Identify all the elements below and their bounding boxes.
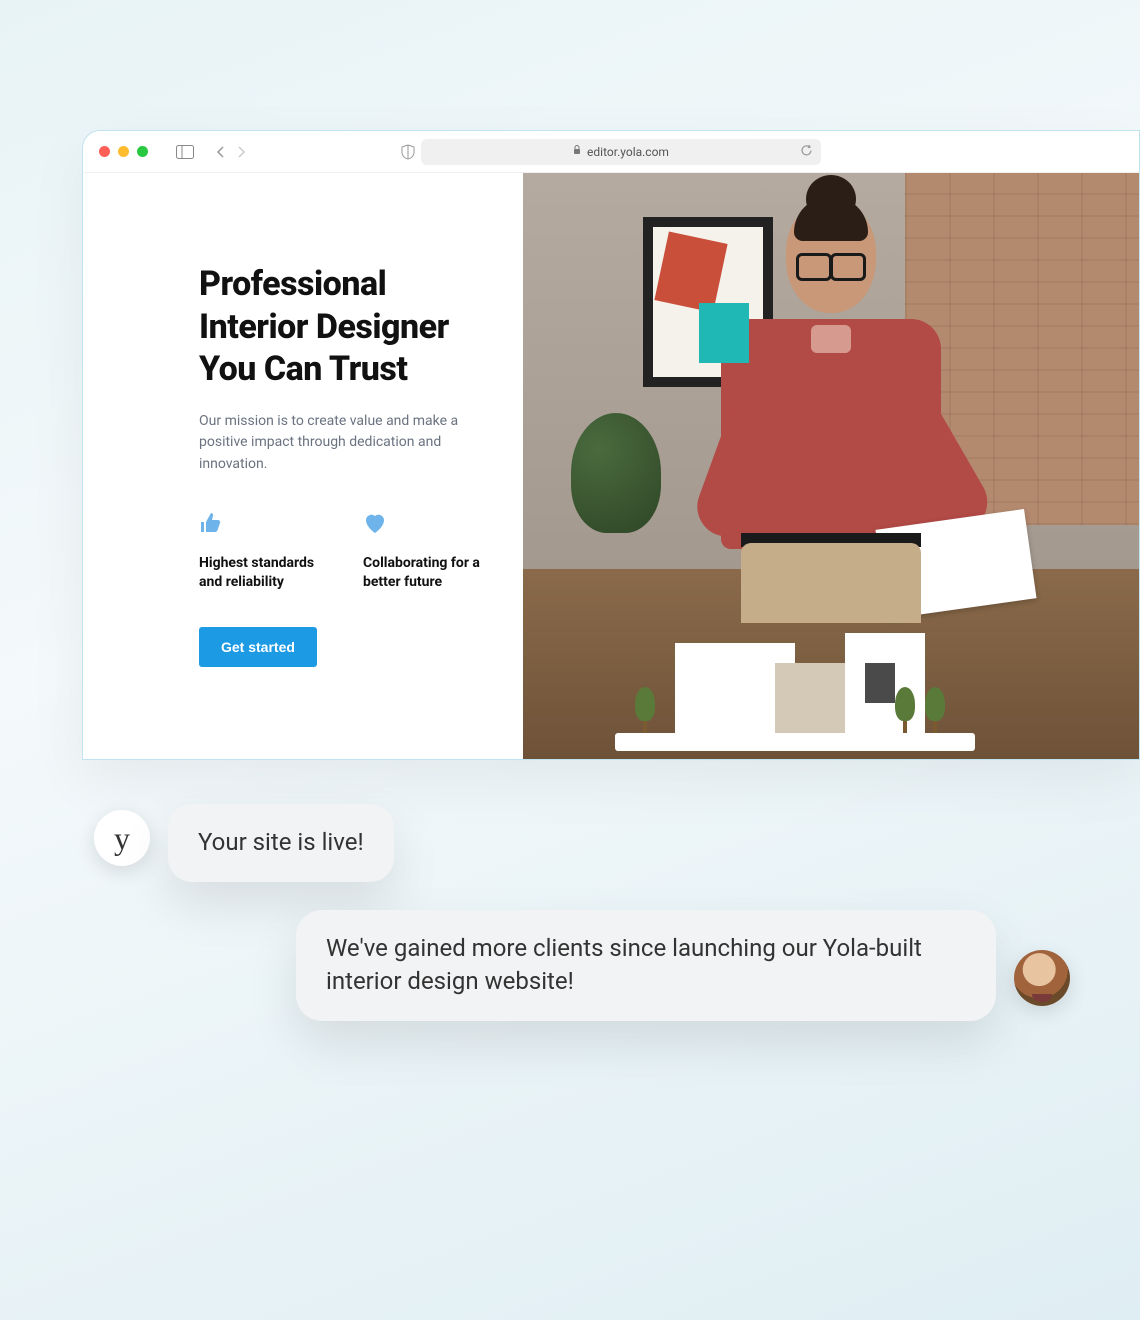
chat-row-yola: y Your site is live! [94, 804, 1070, 882]
hero-subtext: Our mission is to create value and make … [199, 411, 459, 476]
sidebar-toggle-icon[interactable] [176, 145, 194, 159]
heart-icon [363, 512, 493, 540]
minimize-window-button[interactable] [118, 146, 129, 157]
reload-button[interactable] [800, 144, 813, 160]
yola-avatar-letter: y [114, 820, 130, 857]
chat-bubble-live: Your site is live! [168, 804, 394, 882]
close-window-button[interactable] [99, 146, 110, 157]
feature-row: Highest standards and reliability Collab… [199, 512, 499, 593]
page-content: Professional Interior Designer You Can T… [83, 173, 1139, 759]
hero-headline: Professional Interior Designer You Can T… [199, 263, 499, 391]
traffic-lights [99, 146, 148, 157]
yola-avatar: y [94, 810, 150, 866]
testimonial-chat: y Your site is live! We've gained more c… [94, 804, 1070, 1049]
chat-message-1: Your site is live! [198, 828, 364, 856]
hero-left: Professional Interior Designer You Can T… [83, 173, 523, 759]
back-button[interactable] [216, 146, 226, 158]
address-bar-url: editor.yola.com [587, 145, 669, 159]
address-bar[interactable]: editor.yola.com [421, 139, 821, 165]
chat-message-2: We've gained more clients since launchin… [326, 934, 922, 996]
browser-titlebar: editor.yola.com [83, 131, 1139, 173]
lock-icon [573, 145, 581, 158]
get-started-button[interactable]: Get started [199, 627, 317, 667]
nav-arrows [216, 146, 246, 158]
browser-window: editor.yola.com Professional Interior De… [82, 130, 1140, 760]
feature-standards-label: Highest standards and reliability [199, 554, 329, 593]
thumbs-up-icon [199, 512, 329, 540]
feature-standards: Highest standards and reliability [199, 512, 329, 593]
privacy-shield-icon[interactable] [401, 144, 415, 160]
maximize-window-button[interactable] [137, 146, 148, 157]
chat-bubble-testimonial: We've gained more clients since launchin… [296, 910, 996, 1021]
hero-image [523, 173, 1139, 759]
address-bar-group: editor.yola.com [401, 139, 821, 165]
user-avatar [1014, 950, 1070, 1006]
chat-row-user: We've gained more clients since launchin… [94, 910, 1070, 1021]
feature-collab: Collaborating for a better future [363, 512, 493, 593]
feature-collab-label: Collaborating for a better future [363, 554, 493, 593]
forward-button[interactable] [236, 146, 246, 158]
